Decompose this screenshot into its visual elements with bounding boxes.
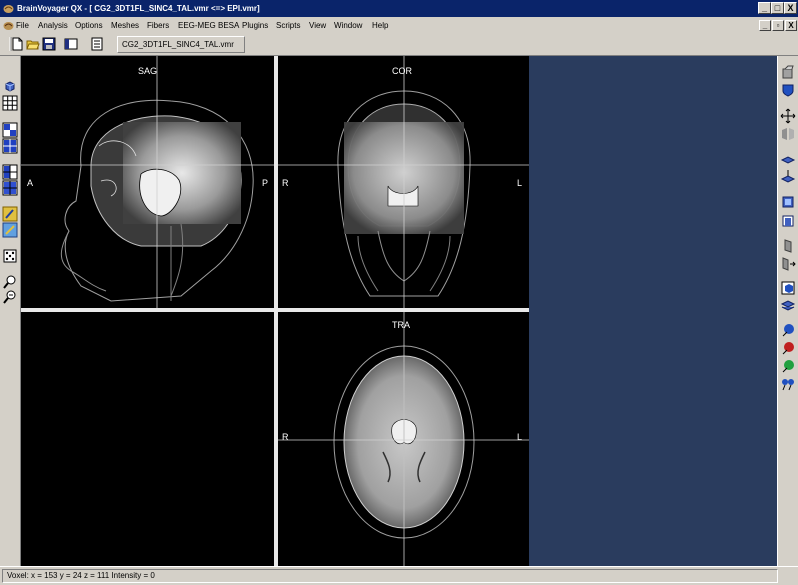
menu-file[interactable]: File xyxy=(16,17,29,34)
head-model-1-icon[interactable] xyxy=(780,322,796,338)
menu-options[interactable]: Options xyxy=(75,17,103,34)
document-list-icon[interactable] xyxy=(90,37,104,51)
transversal-right-orientation: L xyxy=(517,432,523,442)
transversal-left-orientation: R xyxy=(282,432,289,442)
layers-icon[interactable] xyxy=(780,298,796,314)
menu-view[interactable]: View xyxy=(309,17,326,34)
menu-help[interactable]: Help xyxy=(372,17,388,34)
menu-plugins[interactable]: Plugins xyxy=(242,17,268,34)
slice-view-4-icon[interactable] xyxy=(2,180,18,196)
shield-help-icon[interactable] xyxy=(780,82,796,98)
menu-fibers[interactable]: Fibers xyxy=(147,17,169,34)
coronal-view[interactable]: COR R L xyxy=(278,56,529,308)
sagittal-view[interactable]: SAG A P xyxy=(21,56,274,308)
brain-menu-icon[interactable] xyxy=(3,20,14,31)
coronal-right-orientation: L xyxy=(517,178,523,188)
head-model-3-icon[interactable] xyxy=(780,358,796,374)
dice-icon[interactable] xyxy=(2,248,18,264)
document-tab[interactable]: CG2_3DT1FL_SINC4_TAL.vmr xyxy=(117,36,245,53)
transversal-crosshair xyxy=(278,312,529,566)
grid-view-icon[interactable] xyxy=(2,95,18,111)
slice-view-3-icon[interactable] xyxy=(2,164,18,180)
settings-icon[interactable] xyxy=(780,64,796,80)
transversal-view[interactable]: TRA R L xyxy=(278,312,529,566)
empty-3d-view[interactable] xyxy=(21,312,274,566)
menu-eeg-meg-besa[interactable]: EEG-MEG BESA xyxy=(178,17,239,34)
mdi-restore-button[interactable]: ▫ xyxy=(772,20,784,31)
head-model-2-icon[interactable] xyxy=(780,340,796,356)
3d-cube-icon[interactable] xyxy=(2,78,18,94)
menu-bar: File Analysis Options Meshes Fibers EEG-… xyxy=(0,17,798,34)
surface-icon[interactable] xyxy=(780,168,796,184)
coronal-crosshair xyxy=(278,56,529,308)
mask-icon[interactable] xyxy=(780,212,796,228)
new-file-icon[interactable] xyxy=(10,37,24,51)
box-icon[interactable] xyxy=(780,194,796,210)
layout-icon[interactable] xyxy=(64,37,78,51)
right-tool-panel xyxy=(777,56,798,566)
move-icon[interactable] xyxy=(780,108,796,124)
window-title: BrainVoyager QX - [ CG2_3DT1FL_SINC4_TAL… xyxy=(17,4,260,13)
left-tool-panel xyxy=(0,56,21,566)
maximize-button[interactable]: □ xyxy=(771,2,784,14)
slice-view-2-icon[interactable] xyxy=(2,138,18,154)
flip-icon[interactable] xyxy=(780,126,796,142)
menu-window[interactable]: Window xyxy=(334,17,362,34)
title-bar: BrainVoyager QX - [ CG2_3DT1FL_SINC4_TAL… xyxy=(0,0,798,17)
menu-meshes[interactable]: Meshes xyxy=(111,17,139,34)
slice-view-1-icon[interactable] xyxy=(2,122,18,138)
open-folder-icon[interactable] xyxy=(26,37,40,51)
sagittal-right-orientation: P xyxy=(262,178,269,188)
zoom-out-icon[interactable] xyxy=(2,289,18,305)
mdi-minimize-button[interactable]: _ xyxy=(759,20,771,31)
status-bar: Voxel: x = 153 y = 24 z = 111 Intensity … xyxy=(0,566,798,585)
close-button[interactable]: X xyxy=(784,2,797,14)
head-model-4-icon[interactable] xyxy=(780,376,796,392)
menu-scripts[interactable]: Scripts xyxy=(276,17,300,34)
mdi-close-button[interactable]: X xyxy=(785,20,797,31)
voxel-status-text: Voxel: x = 153 y = 24 z = 111 Intensity … xyxy=(2,569,778,583)
mri-viewer-area: SAG A P COR R L TRA R L xyxy=(21,56,777,566)
volume-icon[interactable] xyxy=(780,280,796,296)
sagittal-crosshair xyxy=(21,56,274,308)
sagittal-title: SAG xyxy=(138,66,158,76)
minimize-button[interactable]: _ xyxy=(758,2,771,14)
slab-icon[interactable] xyxy=(780,152,796,168)
toolbar: CG2_3DT1FL_SINC4_TAL.vmr xyxy=(0,34,798,56)
zoom-in-icon[interactable] xyxy=(2,274,18,290)
menu-analysis[interactable]: Analysis xyxy=(38,17,68,34)
save-icon[interactable] xyxy=(42,37,56,51)
coronal-left-orientation: R xyxy=(282,178,289,188)
clip-plane-icon[interactable] xyxy=(780,238,796,254)
paint-brush-icon[interactable] xyxy=(2,206,18,222)
sagittal-left-orientation: A xyxy=(27,178,34,188)
transversal-title: TRA xyxy=(392,320,410,330)
clip-move-icon[interactable] xyxy=(780,256,796,272)
brainvoyager-app-icon xyxy=(3,5,14,13)
horizontal-splitter[interactable] xyxy=(21,308,529,312)
coronal-title: COR xyxy=(392,66,412,76)
draw-tool-icon[interactable] xyxy=(2,222,18,238)
